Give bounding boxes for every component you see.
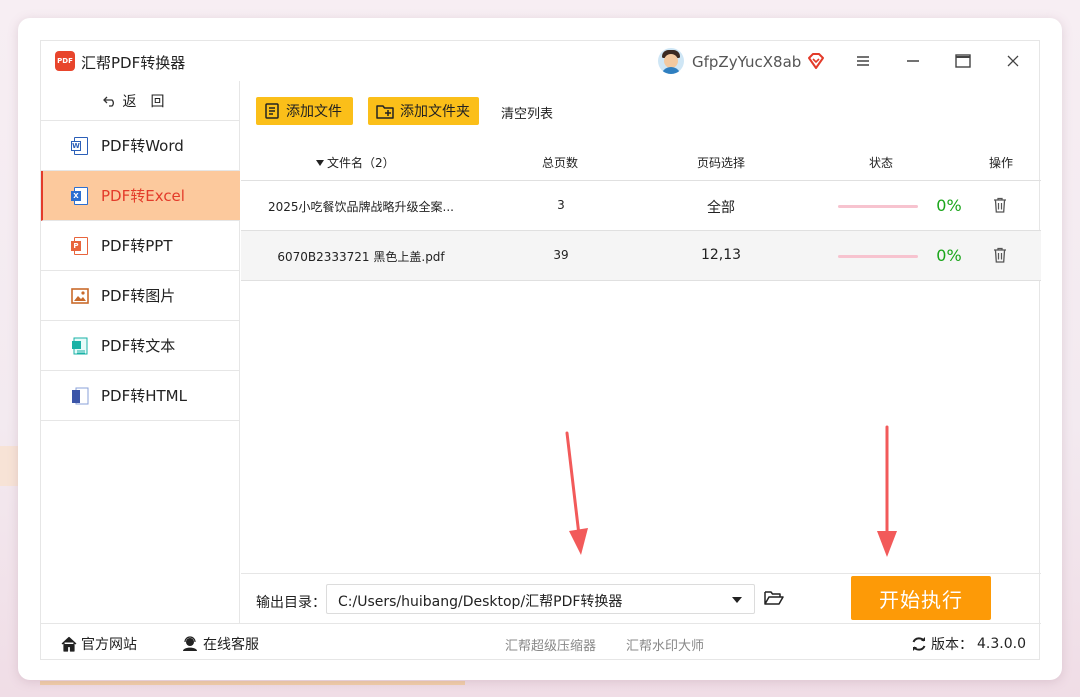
sidebar-item-label: PDF转图片 xyxy=(101,287,176,305)
table-row[interactable]: 2025小吃餐饮品牌战略升级全案... 3 全部 0% xyxy=(241,181,1041,231)
sidebar-item-label: PDF转PPT xyxy=(101,237,173,255)
output-bar: 输出目录： C:/Users/huibang/Desktop/汇帮PDF转换器 … xyxy=(241,573,1041,623)
trash-icon[interactable] xyxy=(993,197,1007,213)
header-name: 文件名（2） xyxy=(327,156,395,170)
sidebar-item-pdf-to-image[interactable]: PDF转图片 xyxy=(41,271,240,321)
vip-diamond-icon[interactable] xyxy=(807,52,825,70)
app-frame: PDF 汇帮PDF转换器 GfpZyYucX8ab 返回 W PDF转Word … xyxy=(40,40,1041,661)
page-count: 3 xyxy=(557,198,565,212)
page-range[interactable]: 全部 xyxy=(671,197,771,217)
version-number: 4.3.0.0 xyxy=(977,636,1026,652)
add-folder-label: 添加文件夹 xyxy=(400,104,470,120)
header-range: 页码选择 xyxy=(697,156,746,170)
minimize-icon[interactable] xyxy=(902,51,924,71)
back-arrow-icon xyxy=(102,96,114,107)
add-file-label: 添加文件 xyxy=(286,104,342,120)
file-name: 2025小吃餐饮品牌战略升级全案... xyxy=(268,200,454,214)
trash-icon[interactable] xyxy=(993,247,1007,263)
sidebar-item-label: PDF转Excel xyxy=(101,187,185,205)
toolbar: 添加文件 添加文件夹 清空列表 xyxy=(241,81,1041,141)
sidebar-item-pdf-to-ppt[interactable]: P PDF转PPT xyxy=(41,221,240,271)
online-support-link[interactable]: 在线客服 xyxy=(181,634,259,654)
support-icon xyxy=(183,636,197,651)
folder-open-icon[interactable] xyxy=(764,590,784,606)
menu-icon[interactable] xyxy=(852,51,874,71)
back-button[interactable]: 返回 xyxy=(41,81,240,121)
online-support-label: 在线客服 xyxy=(203,637,259,653)
background-decoration-line xyxy=(40,681,465,685)
output-dir-label: 输出目录： xyxy=(256,595,326,611)
page-range[interactable]: 12,13 xyxy=(671,247,771,263)
official-website-label: 官方网站 xyxy=(81,637,137,653)
header-status: 状态 xyxy=(869,156,894,170)
file-name: 6070B2333721 黑色上盖.pdf xyxy=(277,250,445,264)
sidebar-item-label: PDF转Word xyxy=(101,137,184,155)
progress-bar xyxy=(838,255,918,258)
app-logo-icon: PDF xyxy=(55,51,75,71)
image-icon xyxy=(71,287,89,305)
compressor-link[interactable]: 汇帮超级压缩器 xyxy=(505,635,596,654)
title-bar: PDF 汇帮PDF转换器 GfpZyYucX8ab xyxy=(41,41,1041,81)
sort-by-name-header[interactable]: 文件名（2） xyxy=(316,154,395,171)
chevron-down-icon xyxy=(732,597,742,603)
start-button[interactable]: 开始执行 xyxy=(851,576,991,620)
add-file-button[interactable]: 添加文件 xyxy=(256,97,353,125)
home-icon xyxy=(61,636,77,652)
output-dir-select[interactable]: C:/Users/huibang/Desktop/汇帮PDF转换器 xyxy=(326,584,755,614)
sidebar-item-label: PDF转文本 xyxy=(101,337,176,355)
sidebar-item-pdf-to-excel[interactable]: X PDF转Excel xyxy=(41,171,240,221)
text-icon xyxy=(71,337,89,355)
progress-percent: 0% xyxy=(936,196,962,215)
excel-icon: X xyxy=(71,186,89,205)
footer: 官方网站 在线客服 汇帮超级压缩器 汇帮水印大师 版本： 4.3.0.0 xyxy=(41,623,1041,661)
user-avatar[interactable] xyxy=(658,48,684,74)
version-label: 版本： xyxy=(931,637,973,653)
clear-list-button[interactable]: 清空列表 xyxy=(501,103,553,122)
header-pages: 总页数 xyxy=(542,156,579,170)
progress-percent: 0% xyxy=(936,246,962,265)
sort-triangle-icon xyxy=(316,159,324,166)
sidebar-item-pdf-to-word[interactable]: W PDF转Word xyxy=(41,121,240,171)
header-action: 操作 xyxy=(989,156,1014,170)
progress-bar xyxy=(838,205,918,208)
app-window: PDF 汇帮PDF转换器 GfpZyYucX8ab 返回 W PDF转Word … xyxy=(18,18,1062,680)
version-info[interactable]: 版本： 4.3.0.0 xyxy=(911,634,1026,654)
file-table: 文件名（2） 总页数 页码选择 状态 操作 2025小吃餐饮品牌战略升级全案..… xyxy=(241,141,1041,281)
background-decoration xyxy=(0,446,20,486)
ppt-icon: P xyxy=(71,236,89,255)
annotation-arrow-icon xyxy=(565,431,588,555)
annotation-arrow-icon xyxy=(877,425,897,557)
refresh-icon xyxy=(912,637,926,651)
table-row[interactable]: 6070B2333721 黑色上盖.pdf 39 12,13 0% xyxy=(241,231,1041,281)
sidebar-item-label: PDF转HTML xyxy=(101,387,187,405)
add-file-icon xyxy=(265,103,279,119)
close-icon[interactable] xyxy=(1002,51,1024,71)
word-icon: W xyxy=(71,136,89,155)
html-icon xyxy=(71,387,89,405)
username[interactable]: GfpZyYucX8ab xyxy=(692,53,801,71)
watermark-link[interactable]: 汇帮水印大师 xyxy=(626,635,704,654)
table-header: 文件名（2） 总页数 页码选择 状态 操作 xyxy=(241,141,1041,181)
main-panel: 添加文件 添加文件夹 清空列表 文件名（2） 总页数 页码选择 状态 操作 20… xyxy=(241,81,1041,623)
back-label: 返回 xyxy=(122,93,179,110)
add-folder-icon xyxy=(376,105,394,119)
official-website-link[interactable]: 官方网站 xyxy=(61,634,137,654)
page-count: 39 xyxy=(553,248,569,262)
add-folder-button[interactable]: 添加文件夹 xyxy=(368,97,479,125)
output-dir-value: C:/Users/huibang/Desktop/汇帮PDF转换器 xyxy=(338,594,623,610)
app-title: 汇帮PDF转换器 xyxy=(81,54,186,72)
maximize-icon[interactable] xyxy=(952,51,974,71)
sidebar: 返回 W PDF转Word X PDF转Excel P PDF转PPT PDF转… xyxy=(41,81,240,623)
sidebar-item-pdf-to-html[interactable]: PDF转HTML xyxy=(41,371,240,421)
sidebar-item-pdf-to-text[interactable]: PDF转文本 xyxy=(41,321,240,371)
